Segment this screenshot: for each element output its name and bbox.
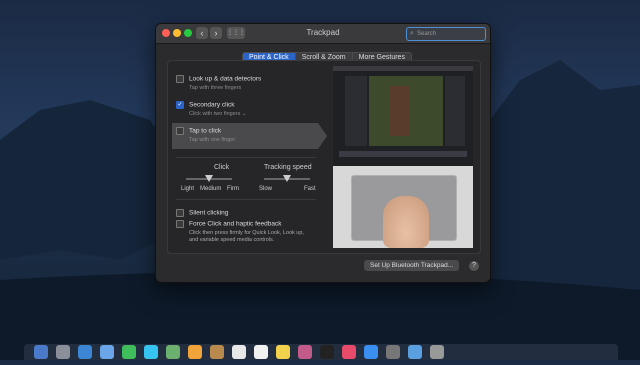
messages-icon[interactable]	[144, 345, 158, 359]
tap-sub: Tap with one finger	[189, 137, 236, 143]
secondary-sub[interactable]: Click with two fingers ⌄	[189, 111, 246, 117]
secondary-label: Secondary click	[189, 101, 235, 109]
tap-label: Tap to click	[189, 127, 222, 135]
divider	[176, 157, 316, 158]
podcasts-icon[interactable]	[298, 345, 312, 359]
force-label: Force Click and haptic feedback	[189, 220, 282, 228]
tracking-slider[interactable]	[264, 175, 310, 182]
setup-bluetooth-trackpad-button[interactable]: Set Up Bluetooth Trackpad...	[364, 260, 460, 271]
downloads-folder-icon[interactable]	[408, 345, 422, 359]
settings-panel: Look up & data detectors Tap with three …	[167, 60, 481, 254]
click-firm-label: Firm	[227, 186, 239, 192]
hand-illustration	[383, 196, 429, 248]
lookup-checkbox[interactable]	[176, 75, 184, 83]
maps-icon[interactable]	[166, 345, 180, 359]
tracking-slow-label: Slow	[259, 186, 273, 192]
tap-checkbox[interactable]	[176, 127, 184, 135]
divider	[176, 199, 316, 200]
checkmark-icon[interactable]: ✓	[176, 101, 184, 109]
force-desc-2: and variable speed media controls.	[189, 237, 275, 243]
calendar-icon[interactable]	[232, 345, 246, 359]
click-slider-knob[interactable]	[205, 175, 213, 182]
option-secondary-click[interactable]: ✓ Secondary click Click with two fingers …	[176, 101, 246, 117]
silent-label: Silent clicking	[189, 209, 229, 217]
force-checkbox[interactable]	[176, 220, 184, 228]
safari-icon[interactable]	[78, 345, 92, 359]
click-title: Click	[214, 164, 230, 171]
tv-icon[interactable]	[320, 345, 334, 359]
app-store-icon[interactable]	[364, 345, 378, 359]
reminders-icon[interactable]	[254, 345, 268, 359]
finder-icon[interactable]	[34, 345, 48, 359]
system-preferences-icon[interactable]	[386, 345, 400, 359]
option-silent-clicking[interactable]: Silent clicking	[176, 209, 228, 217]
tracking-slider-knob[interactable]	[283, 175, 291, 182]
gesture-preview	[333, 66, 473, 248]
trackpad-preferences-window: ‹ › ⋮⋮⋮ Trackpad ⌕ Search Point & Click S…	[155, 23, 491, 283]
contacts-icon[interactable]	[210, 345, 224, 359]
dock	[24, 344, 618, 360]
search-placeholder: Search	[417, 31, 437, 37]
lookup-label: Look up & data detectors	[189, 75, 262, 83]
click-medium-label: Medium	[200, 186, 222, 192]
preview-screen	[333, 66, 473, 166]
click-slider[interactable]	[186, 175, 232, 182]
preview-screen-art	[333, 66, 473, 157]
highlight-arrow	[318, 123, 327, 149]
silent-checkbox[interactable]	[176, 209, 184, 217]
search-field[interactable]: ⌕ Search	[406, 27, 486, 41]
lookup-sub: Tap with three fingers	[189, 85, 242, 91]
photos-icon[interactable]	[188, 345, 202, 359]
search-icon: ⌕	[410, 30, 414, 37]
option-force-click[interactable]: Force Click and haptic feedback Click th…	[176, 220, 304, 243]
option-tap-to-click[interactable]: Tap to click Tap with one finger	[176, 127, 235, 143]
window-titlebar: ‹ › ⋮⋮⋮ Trackpad ⌕ Search	[156, 24, 490, 44]
notes-icon[interactable]	[276, 345, 290, 359]
mail-icon[interactable]	[100, 345, 114, 359]
music-icon[interactable]	[342, 345, 356, 359]
tracking-title: Tracking speed	[264, 164, 312, 171]
force-desc-1: Click then press firmly for Quick Look, …	[189, 230, 304, 236]
help-icon[interactable]: ?	[469, 261, 479, 271]
launchpad-icon[interactable]	[56, 345, 70, 359]
option-lookup[interactable]: Look up & data detectors Tap with three …	[176, 75, 261, 91]
tracking-fast-label: Fast	[304, 186, 316, 192]
click-light-label: Light	[181, 186, 195, 192]
trash-icon[interactable]	[430, 345, 444, 359]
facetime-icon[interactable]	[122, 345, 136, 359]
